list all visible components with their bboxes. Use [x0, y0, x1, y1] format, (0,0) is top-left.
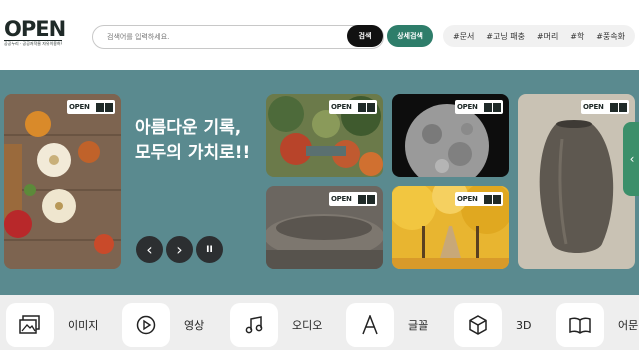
chevron-right-icon: ›: [176, 240, 183, 259]
category-audio[interactable]: 오디오: [230, 303, 323, 347]
chevron-left-icon: ‹: [146, 240, 153, 259]
open-license-badge: OPEN: [329, 100, 377, 114]
play-icon: [122, 303, 170, 347]
apple-photo-card[interactable]: OPEN: [4, 94, 121, 269]
apple-photo: [4, 94, 121, 269]
font-icon: [346, 303, 394, 347]
hero-banner: OPEN 아름다운 기록, 모두의 가치로!! ‹ › II OPEN OPEN…: [0, 70, 639, 295]
detail-search-button[interactable]: 상세검색: [387, 25, 433, 47]
tag-link[interactable]: #풍속화: [596, 31, 625, 42]
tag-list: #문서 #고닝 패충 #머리 #학 #풍속화: [443, 25, 635, 47]
category-label: 이미지: [68, 319, 99, 332]
category-label: 글꼴: [408, 319, 429, 332]
category-label: 어문: [618, 319, 639, 332]
tag-link[interactable]: #고닝 패충: [486, 31, 525, 42]
moon-photo-card[interactable]: OPEN: [392, 94, 509, 177]
category-3d[interactable]: 3D: [454, 303, 532, 347]
site-header: OPEN 공공누리 · 공공저작물 자유이용허락 검색 상세검색 #문서 #고닝…: [0, 0, 639, 70]
next-slide-button[interactable]: ›: [166, 236, 193, 263]
cube-icon: [454, 303, 502, 347]
category-language[interactable]: 어문: [556, 303, 639, 347]
open-license-badge: OPEN: [455, 100, 503, 114]
prev-slide-button[interactable]: ‹: [136, 236, 163, 263]
category-bar: 이미지 영상 오디오 글꼴 3D 어문: [0, 295, 639, 350]
jar-photo-card[interactable]: OPEN: [518, 94, 635, 269]
hero-title: 아름다운 기록, 모두의 가치로!!: [135, 118, 251, 163]
open-license-badge: OPEN: [581, 100, 629, 114]
image-icon: [6, 303, 54, 347]
music-note-icon: [230, 303, 278, 347]
garden-photo-card[interactable]: OPEN: [266, 94, 383, 177]
logo-subtitle: 공공누리 · 공공저작물 자유이용허락: [4, 40, 62, 46]
search-button[interactable]: 검색: [347, 25, 383, 47]
side-panel-toggle[interactable]: ‹: [623, 122, 639, 196]
tag-link[interactable]: #머리: [537, 31, 558, 42]
tag-link[interactable]: #학: [570, 31, 584, 42]
open-license-badge: OPEN: [67, 100, 115, 114]
open-license-badge: OPEN: [455, 192, 503, 206]
chevron-left-icon: ‹: [629, 152, 635, 166]
open-logo[interactable]: OPEN 공공누리 · 공공저작물 자유이용허락: [4, 17, 66, 48]
category-label: 오디오: [292, 319, 323, 332]
stone-bowl-photo-card[interactable]: OPEN: [266, 186, 383, 269]
logo-text: OPEN: [4, 17, 66, 41]
pause-slide-button[interactable]: II: [196, 236, 223, 263]
category-font[interactable]: 글꼴: [346, 303, 429, 347]
tag-link[interactable]: #문서: [453, 31, 474, 42]
search-box: [92, 25, 384, 49]
category-video[interactable]: 영상: [122, 303, 205, 347]
category-label: 영상: [184, 319, 205, 332]
ginkgo-road-photo-card[interactable]: OPEN: [392, 186, 509, 269]
pause-icon: II: [206, 244, 213, 255]
book-icon: [556, 303, 604, 347]
open-license-badge: OPEN: [329, 192, 377, 206]
category-label: 3D: [516, 318, 532, 332]
category-image[interactable]: 이미지: [6, 303, 99, 347]
search-input[interactable]: [107, 29, 337, 45]
jar-photo: [518, 94, 635, 269]
